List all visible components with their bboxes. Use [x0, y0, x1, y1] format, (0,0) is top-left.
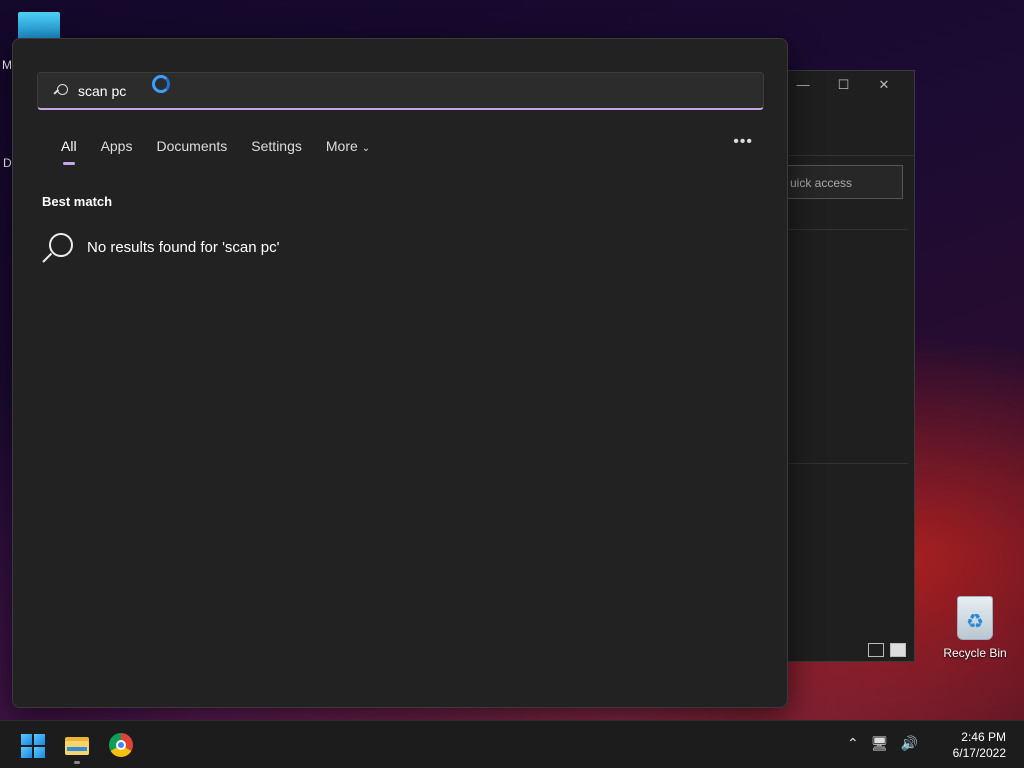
- tab-apps[interactable]: Apps: [89, 137, 145, 165]
- recycle-bin[interactable]: ♻ Recycle Bin: [940, 596, 1010, 660]
- search-icon: [41, 231, 73, 263]
- busy-cursor-icon: [152, 75, 170, 93]
- tab-all[interactable]: All: [49, 137, 89, 165]
- desktop-icon-label: D: [3, 156, 12, 170]
- tab-more[interactable]: More ⌄: [314, 137, 382, 165]
- details-view-icon[interactable]: [868, 643, 884, 657]
- system-tray: ⌃ 🖥 🔊: [847, 735, 918, 752]
- chrome-icon[interactable]: [105, 729, 137, 761]
- running-indicator: [74, 761, 80, 764]
- tab-documents[interactable]: Documents: [144, 137, 239, 165]
- divider: [789, 229, 908, 230]
- recycle-bin-label: Recycle Bin: [943, 646, 1007, 660]
- clock[interactable]: 2:46 PM 6/17/2022: [953, 729, 1006, 761]
- explorer-search-box[interactable]: uick access: [781, 165, 903, 199]
- close-button[interactable]: ✕: [870, 77, 898, 97]
- taskbar: ⌃ 🖥 🔊 2:46 PM 6/17/2022: [0, 720, 1024, 768]
- clock-time: 2:46 PM: [961, 730, 1006, 744]
- volume-icon[interactable]: 🔊: [901, 735, 918, 752]
- no-results-row: No results found for 'scan pc': [41, 231, 280, 263]
- chevron-up-icon[interactable]: ⌃: [847, 735, 859, 752]
- divider: [789, 155, 914, 156]
- more-options-button[interactable]: •••: [733, 133, 753, 151]
- recycle-bin-icon: ♻: [957, 596, 993, 640]
- search-panel: All Apps Documents Settings More⌄ ••• Be…: [12, 38, 788, 708]
- tab-more-label: More: [325, 138, 358, 154]
- network-icon[interactable]: 🖥: [871, 735, 889, 752]
- divider: [789, 463, 908, 464]
- large-icons-view-icon[interactable]: [890, 643, 906, 657]
- search-icon: [54, 83, 68, 98]
- no-results-text: No results found for 'scan pc': [87, 238, 280, 256]
- search-tabs: All Apps Documents Settings More ⌄: [49, 137, 382, 165]
- chevron-down-icon: ⌄: [361, 143, 371, 154]
- best-match-heading: Best match: [42, 194, 113, 209]
- tab-settings[interactable]: Settings: [239, 137, 314, 165]
- maximize-button[interactable]: ☐: [830, 77, 858, 97]
- desktop-icon[interactable]: [18, 12, 60, 40]
- clock-date: 6/17/2022: [952, 746, 1006, 760]
- file-explorer-icon[interactable]: [61, 729, 93, 761]
- desktop-icon-label: M: [2, 58, 12, 72]
- search-box[interactable]: [37, 72, 764, 110]
- minimize-button[interactable]: —: [789, 77, 817, 97]
- start-icon[interactable]: [16, 729, 48, 761]
